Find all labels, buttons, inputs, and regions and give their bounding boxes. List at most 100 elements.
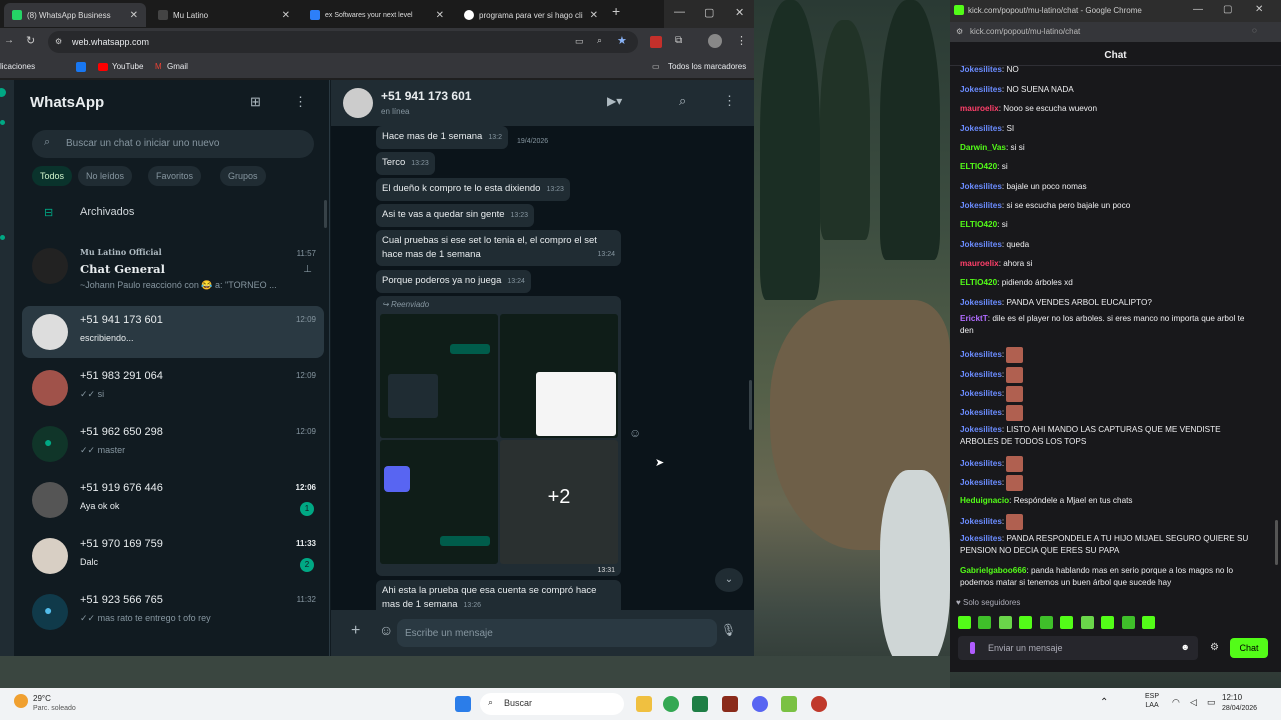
menu-icon[interactable]: ⋮ xyxy=(723,93,736,109)
chat-username[interactable]: mauroelix xyxy=(960,104,999,113)
eye-off-icon[interactable]: ◌ xyxy=(1252,26,1257,35)
windows-start-icon[interactable] xyxy=(455,696,471,712)
chat-item[interactable]: ● +51 962 650 298 ✓✓ master 12:09 xyxy=(22,418,324,470)
emote-icon[interactable] xyxy=(1019,616,1033,630)
chat-username[interactable]: Jokesilites xyxy=(960,534,1002,543)
chat-username[interactable]: Jokesilites xyxy=(960,389,1002,398)
taskbar-search[interactable]: ⌕ Buscar xyxy=(480,693,624,715)
contact-avatar[interactable] xyxy=(343,88,373,118)
chip-favorites[interactable]: Favoritos xyxy=(148,166,202,186)
forwarded-media-album[interactable]: ↪ Reenviado +2 13:31 xyxy=(376,296,621,576)
zoom-icon[interactable]: ⌕ xyxy=(597,35,602,46)
scroll-down-button[interactable]: ⌄ xyxy=(715,568,743,592)
conversation-header[interactable]: +51 941 173 601 en línea ▶▾ ⌕ ⋮ xyxy=(331,80,754,126)
bookmark-star-icon[interactable]: ★ xyxy=(617,34,627,47)
emote-icon[interactable] xyxy=(958,616,971,630)
chat-item[interactable]: +51 983 291 064 ✓✓ si 12:09 xyxy=(22,362,324,414)
close-tab-icon[interactable]: ✕ xyxy=(590,10,598,21)
close-tab-icon[interactable]: ✕ xyxy=(130,10,138,21)
chip-groups[interactable]: Grupos xyxy=(220,166,266,186)
media-thumbnail[interactable] xyxy=(500,314,618,438)
extension-icon[interactable] xyxy=(650,36,662,48)
emote-icon[interactable] xyxy=(1080,616,1094,630)
chat-username[interactable]: Jokesilites xyxy=(960,350,1002,359)
emoji-icon[interactable]: ☻ xyxy=(1181,642,1190,652)
new-chat-icon[interactable]: ⊞ xyxy=(250,94,261,110)
send-chat-button[interactable]: Chat xyxy=(1230,638,1268,658)
chat-username[interactable]: Darwin_Vas xyxy=(960,143,1006,152)
chat-username[interactable]: Jokesilites xyxy=(960,182,1002,191)
site-settings-icon[interactable]: ⚙ xyxy=(55,37,62,46)
chat-username[interactable]: Gabrielgaboo666 xyxy=(960,566,1026,575)
chat-username[interactable]: mauroelix xyxy=(960,259,999,268)
chip-all[interactable]: Todos xyxy=(32,166,73,186)
chat-item[interactable]: +51 919 676 446 Aya ok ok 12:06 1 xyxy=(22,474,324,526)
emote-icon[interactable] xyxy=(978,616,992,630)
chat-username[interactable]: Jokesilites xyxy=(960,124,1002,133)
close-window-button[interactable]: ✕ xyxy=(1255,4,1263,15)
emote-icon[interactable] xyxy=(998,616,1012,630)
extensions-puzzle-icon[interactable]: ⧉ xyxy=(675,35,682,46)
attach-plus-icon[interactable]: + xyxy=(351,622,360,640)
emote-icon[interactable] xyxy=(1142,616,1156,630)
channels-nav-icon[interactable] xyxy=(0,235,5,240)
chrome-icon[interactable] xyxy=(663,696,679,712)
facebook-icon[interactable] xyxy=(76,62,86,72)
media-thumbnail[interactable] xyxy=(380,440,498,564)
chat-list-scrollbar[interactable] xyxy=(324,200,327,228)
chats-nav-icon[interactable] xyxy=(0,88,6,97)
battery-icon[interactable]: ▭ xyxy=(1207,697,1216,708)
close-tab-icon[interactable]: ✕ xyxy=(436,10,444,21)
chat-item[interactable]: ● +51 923 566 765 ✓✓ mas rato te entrego… xyxy=(22,586,324,638)
chat-username[interactable]: Jokesilites xyxy=(960,425,1002,434)
video-call-icon[interactable]: ▶▾ xyxy=(607,94,622,108)
kick-scrollbar[interactable] xyxy=(1275,520,1278,565)
search-input[interactable]: ⌕ Buscar un chat o iniciar uno nuevo xyxy=(32,130,314,158)
excel-icon[interactable] xyxy=(692,696,708,712)
clock-date[interactable]: 28/04/2026 xyxy=(1222,705,1257,712)
status-nav-icon[interactable] xyxy=(0,120,5,125)
close-window-button[interactable]: ✕ xyxy=(735,6,744,19)
chat-username[interactable]: Jokesilites xyxy=(960,517,1002,526)
microphone-icon[interactable]: 🎙 xyxy=(721,623,736,637)
conversation-scrollbar[interactable] xyxy=(749,380,752,430)
minimize-button[interactable]: — xyxy=(674,6,685,18)
chat-username[interactable]: Jokesilites xyxy=(960,478,1002,487)
discord-icon[interactable] xyxy=(752,696,768,712)
sticker-icon[interactable]: ☺ xyxy=(379,622,393,638)
chat-item-general[interactable]: Mu Latino Official Chat General ~Johann … xyxy=(22,240,324,292)
wifi-icon[interactable]: ◠ xyxy=(1172,697,1180,708)
message-input[interactable]: Escribe un mensaje xyxy=(397,619,717,647)
tray-chevron-icon[interactable]: ⌃ xyxy=(1100,697,1108,708)
emote-icon[interactable] xyxy=(1121,616,1135,630)
chat-username[interactable]: Jokesilites xyxy=(960,201,1002,210)
chat-item[interactable]: +51 970 169 759 Dalc 11:33 2 xyxy=(22,530,324,582)
volume-icon[interactable]: ◁ xyxy=(1190,697,1197,708)
chat-username[interactable]: Heduignacio xyxy=(960,496,1009,505)
weather-icon[interactable] xyxy=(14,694,28,708)
media-thumbnail[interactable] xyxy=(380,314,498,438)
chat-username[interactable]: Jokesilites xyxy=(960,298,1002,307)
chat-username[interactable]: Jokesilites xyxy=(960,65,1002,74)
app-icon[interactable] xyxy=(811,696,827,712)
kick-url-bar[interactable]: ⚙ kick.com/popout/mu-latino/chat ◌ xyxy=(950,22,1281,42)
language-indicator[interactable]: ESP LAA xyxy=(1145,692,1159,710)
chat-username[interactable]: ELTIO420 xyxy=(960,220,997,229)
new-tab-button[interactable]: + xyxy=(612,3,620,19)
game-icon[interactable] xyxy=(722,696,738,712)
chat-input[interactable]: Enviar un mensaje ☻ xyxy=(958,636,1198,660)
tab-whatsapp[interactable]: (8) WhatsApp Business ✕ xyxy=(4,3,146,27)
emote-icon[interactable] xyxy=(1060,616,1074,630)
tab-mu-latino[interactable]: Mu Latino ✕ xyxy=(150,3,298,27)
reload-icon[interactable]: ↻ xyxy=(26,34,35,47)
react-emoji-icon[interactable]: ☺ xyxy=(629,426,641,440)
emote-icon[interactable] xyxy=(1039,616,1053,630)
chat-username[interactable]: ELTIO420 xyxy=(960,278,997,287)
tab-google-search[interactable]: programa para ver si hago cli ✕ xyxy=(456,3,606,27)
bookmark-apps[interactable]: licaciones xyxy=(0,62,35,71)
minimize-button[interactable]: — xyxy=(1193,4,1203,15)
file-explorer-icon[interactable] xyxy=(636,696,652,712)
back-icon[interactable]: → xyxy=(4,35,14,46)
chat-username[interactable]: Jokesilites xyxy=(960,85,1002,94)
chip-unread[interactable]: No leídos xyxy=(78,166,133,186)
